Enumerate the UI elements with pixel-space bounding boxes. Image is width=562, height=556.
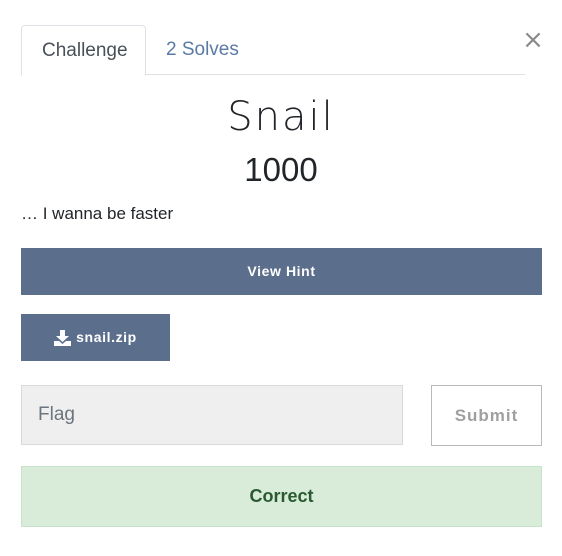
challenge-description: … I wanna be faster	[21, 204, 174, 223]
challenge-name: Snail	[227, 94, 335, 140]
view-hint-button[interactable]: View Hint	[21, 248, 542, 295]
submit-button[interactable]: Submit	[431, 385, 542, 446]
challenge-points: 1000	[244, 151, 318, 188]
file-name: snail.zip	[76, 329, 137, 345]
challenge-tabs: Challenge 2 Solves	[21, 25, 525, 76]
tab-solves[interactable]: 2 Solves	[146, 25, 259, 76]
close-icon[interactable]: ×	[522, 27, 544, 53]
challenge-modal: Challenge 2 Solves × Snail 1000 … I wann…	[0, 0, 562, 556]
flag-input[interactable]	[21, 385, 403, 445]
tab-challenge[interactable]: Challenge	[21, 25, 146, 76]
result-message: Correct	[21, 466, 542, 527]
download-icon	[54, 329, 72, 346]
download-file-button[interactable]: snail.zip	[21, 314, 170, 361]
